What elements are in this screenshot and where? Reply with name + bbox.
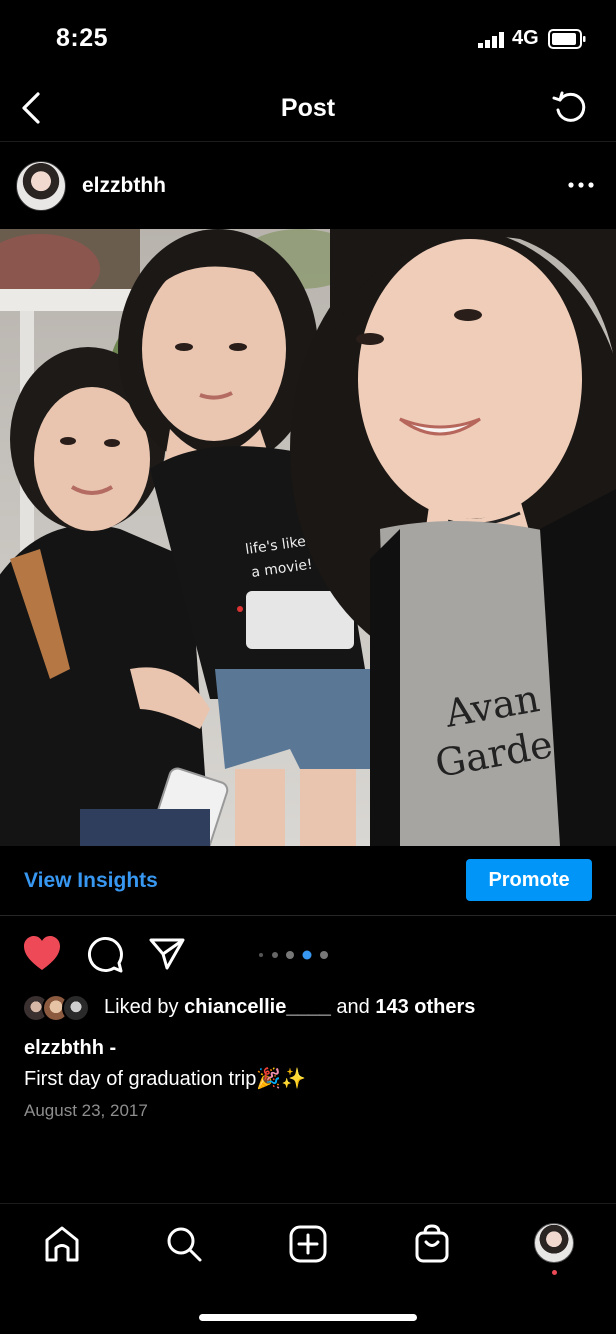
post-header: elzzbthh (0, 143, 616, 229)
home-indicator[interactable] (199, 1314, 417, 1321)
refresh-icon[interactable] (550, 88, 590, 128)
battery-icon (548, 29, 586, 49)
carousel-indicator (259, 950, 328, 960)
avatar[interactable] (16, 161, 66, 211)
likes-row[interactable]: Liked by chiancellie____ and 143 others (22, 992, 616, 1024)
status-time: 8:25 (56, 24, 109, 52)
post-actions (0, 930, 616, 980)
caption-text: First day of graduation trip🎉✨ (24, 1068, 307, 1090)
likes-count[interactable]: 143 others (375, 996, 475, 1018)
post-username[interactable]: elzzbthh (82, 174, 166, 198)
page-title: Post (280, 94, 336, 122)
caption-username[interactable]: elzzbthh - (24, 1037, 116, 1060)
post-photo[interactable]: life's like a movie! Avan Garde (0, 229, 616, 846)
likes-prefix: Liked by (104, 996, 185, 1018)
promote-button[interactable]: Promote (466, 859, 592, 901)
search-icon[interactable] (164, 1224, 204, 1264)
liker-avatar (62, 994, 90, 1022)
likes-middle: and (330, 996, 376, 1018)
profile-tab-avatar[interactable] (534, 1223, 574, 1263)
likes-user[interactable]: chiancellie____ (184, 996, 331, 1018)
status-bar: 8:25 4G (0, 0, 616, 80)
send-icon[interactable] (148, 936, 186, 972)
likes-text: Liked by chiancellie____ and 143 others (104, 996, 475, 1019)
insights-row: View Insights Promote (0, 846, 616, 916)
nav-bar: Post (0, 80, 616, 142)
more-horizontal-icon[interactable] (566, 173, 596, 197)
home-icon[interactable] (42, 1224, 82, 1264)
comment-icon[interactable] (86, 936, 124, 974)
view-insights-link[interactable]: View Insights (24, 869, 158, 893)
network-type: 4G (512, 27, 539, 49)
bottom-tab-bar (0, 1203, 616, 1283)
signal-icon (478, 32, 504, 48)
plus-square-icon[interactable] (288, 1224, 328, 1264)
shopping-bag-icon[interactable] (412, 1224, 452, 1264)
notification-dot (552, 1270, 557, 1275)
post-date: August 23, 2017 (24, 1101, 148, 1120)
heart-filled-icon[interactable] (22, 935, 62, 973)
